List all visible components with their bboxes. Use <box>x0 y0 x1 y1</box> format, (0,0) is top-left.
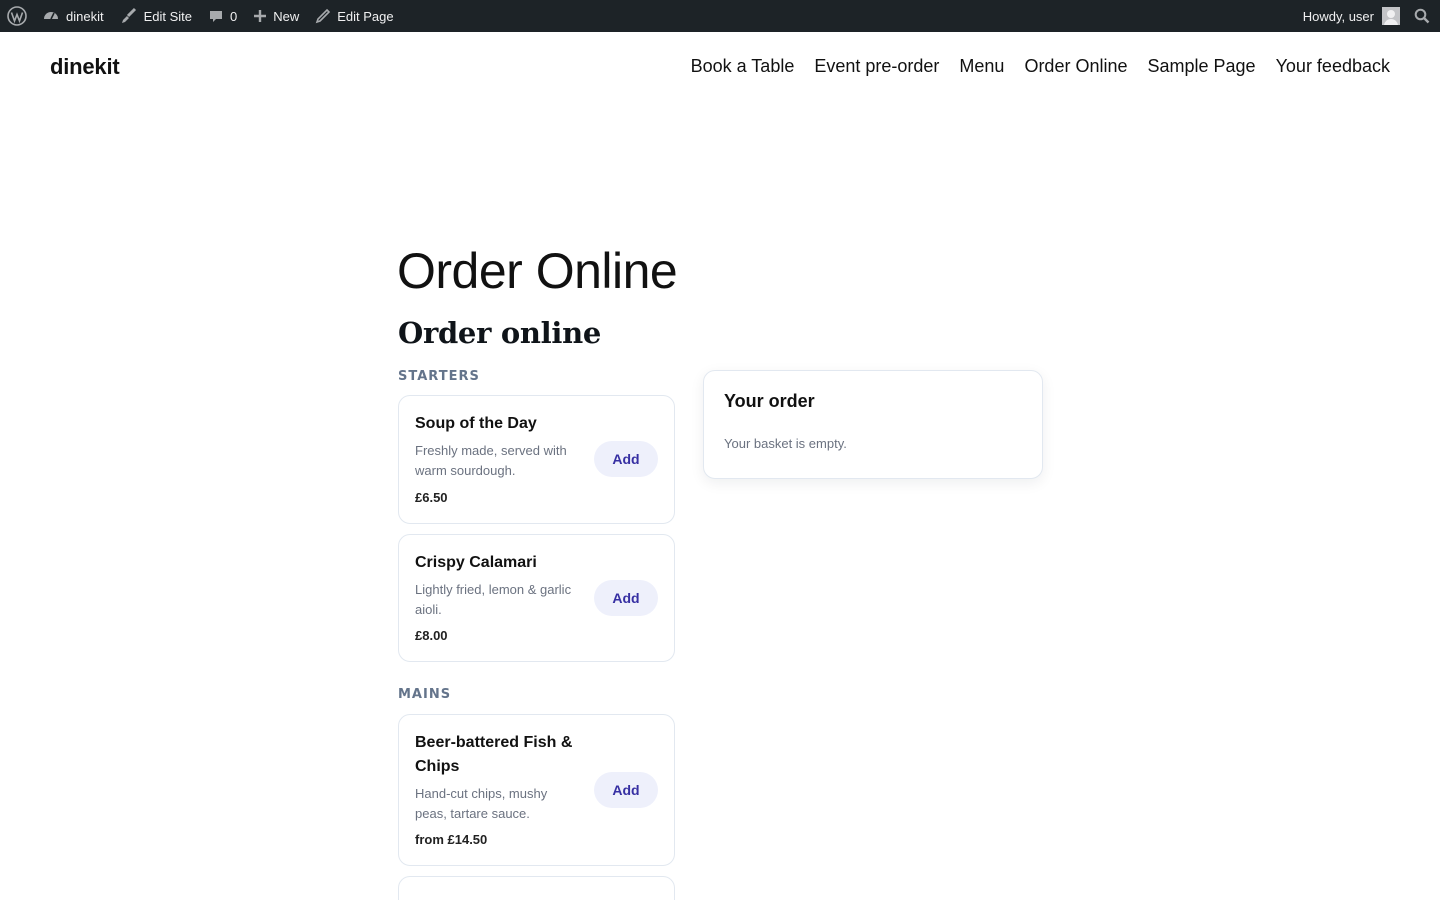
edit-site-link[interactable]: Edit Site <box>112 0 200 32</box>
nav-sample-page[interactable]: Sample Page <box>1147 56 1255 77</box>
comments-link[interactable]: 0 <box>200 0 245 32</box>
comments-count: 0 <box>230 8 238 24</box>
brush-icon <box>120 7 138 25</box>
dashboard-icon <box>42 7 60 25</box>
nav-your-feedback[interactable]: Your feedback <box>1276 56 1390 77</box>
primary-navigation: Book a Table Event pre-order Menu Order … <box>691 56 1390 77</box>
category-label-mains: MAINS <box>398 687 452 702</box>
plus-icon <box>253 9 267 23</box>
nav-book-a-table[interactable]: Book a Table <box>691 56 795 77</box>
add-to-order-button[interactable]: Add <box>594 441 658 477</box>
menu-item-name: Soup of the Day <box>415 415 537 432</box>
menu-item-card: Crispy Calamari Lightly fried, lemon & g… <box>398 534 675 662</box>
category-label-starters: STARTERS <box>398 369 480 384</box>
menu-item-description: Hand-cut chips, mushy peas, tartare sauc… <box>415 786 548 821</box>
add-to-order-button[interactable]: Add <box>594 580 658 616</box>
section-title: Order online <box>398 316 602 350</box>
avatar <box>1382 7 1400 25</box>
menu-item-description: Lightly fried, lemon & garlic aioli. <box>415 582 572 617</box>
admin-bar: dinekit Edit Site 0 New Edit Page Howdy,… <box>0 0 1440 32</box>
account-menu[interactable]: Howdy, user <box>1295 0 1408 32</box>
add-to-order-button[interactable]: Add <box>594 772 658 808</box>
page-title: Order Online <box>397 243 678 299</box>
pencil-icon <box>315 8 331 24</box>
site-title[interactable]: dinekit <box>50 54 120 80</box>
order-summary-card: Your order Your basket is empty. <box>703 370 1043 479</box>
nav-menu[interactable]: Menu <box>959 56 1004 77</box>
wordpress-logo-icon[interactable] <box>0 0 34 32</box>
menu-item-card: Soup of the Day Freshly made, served wit… <box>398 395 675 524</box>
site-name-link[interactable]: dinekit <box>34 0 112 32</box>
menu-item-price: £6.50 <box>415 490 448 505</box>
comment-icon <box>208 8 224 24</box>
menu-item-name: Beer-battered Fish & Chips <box>415 734 573 775</box>
menu-item-name: Crispy Calamari <box>415 554 537 571</box>
nav-order-online[interactable]: Order Online <box>1024 56 1127 77</box>
menu-item-description: Freshly made, served with warm sourdough… <box>415 443 567 478</box>
menu-item-card: Beer-battered Fish & Chips Hand-cut chip… <box>398 714 675 866</box>
new-content-link[interactable]: New <box>245 0 307 32</box>
search-icon <box>1414 8 1430 24</box>
site-name-label: dinekit <box>66 8 104 24</box>
edit-site-label: Edit Site <box>143 8 192 24</box>
search-button[interactable] <box>1408 0 1440 32</box>
menu-item-price: £8.00 <box>415 628 448 643</box>
edit-page-label: Edit Page <box>337 8 394 24</box>
edit-page-link[interactable]: Edit Page <box>307 0 401 32</box>
menu-item-price: from £14.50 <box>415 832 488 847</box>
greeting-label: Howdy, user <box>1302 8 1374 24</box>
nav-event-pre-order[interactable]: Event pre-order <box>814 56 939 77</box>
menu-item-card <box>398 876 675 900</box>
order-empty-message: Your basket is empty. <box>724 436 847 451</box>
new-label: New <box>273 8 300 24</box>
order-title: Your order <box>724 391 815 411</box>
